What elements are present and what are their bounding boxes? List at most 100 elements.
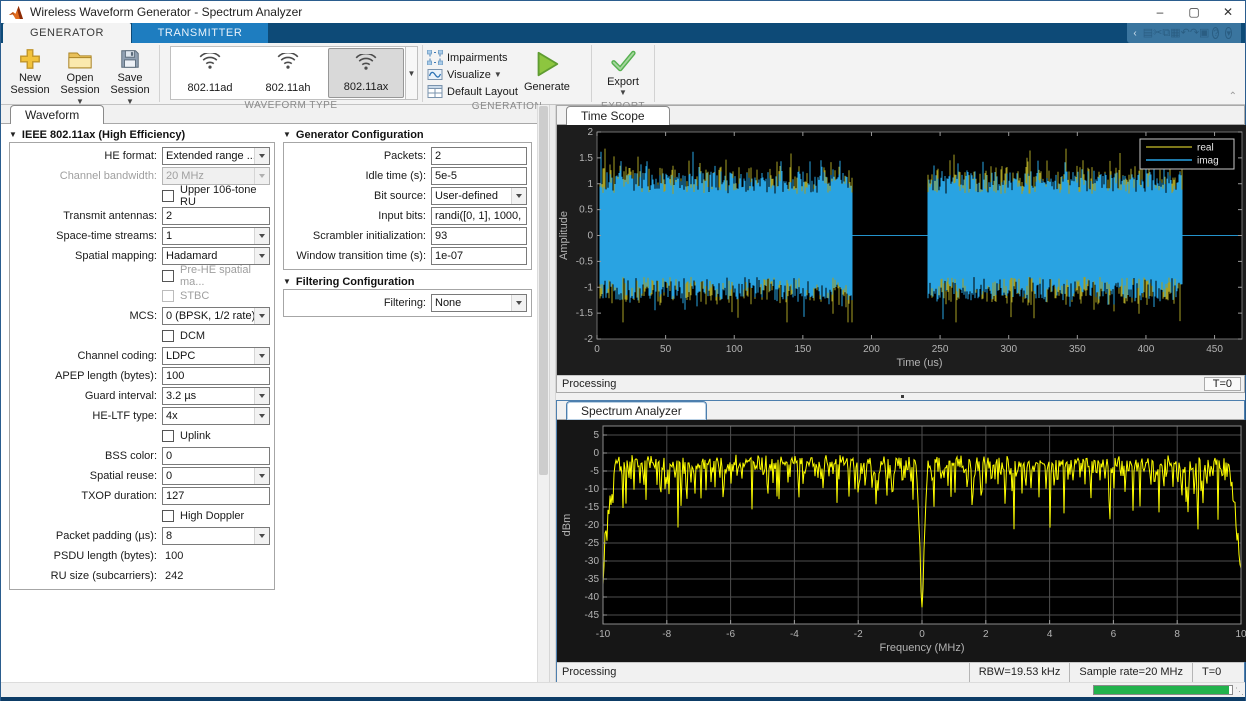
field-label: Guard interval:: [12, 390, 162, 402]
stbc-checkbox[interactable]: [162, 290, 174, 302]
txop-duration-input[interactable]: [162, 487, 270, 505]
save-session-icon: [119, 46, 141, 72]
horizontal-splitter[interactable]: [556, 393, 1245, 400]
field-label: Packet padding (µs):: [12, 530, 162, 542]
tab-spectrum-analyzer[interactable]: Spectrum Analyzer: [566, 401, 707, 420]
default-layout-label: Default Layout: [447, 86, 518, 98]
channel-coding-select[interactable]: LDPC: [162, 347, 270, 365]
svg-text:400: 400: [1138, 344, 1155, 355]
export-button[interactable]: Export ▼: [596, 45, 650, 101]
apep-length-bytes-input[interactable]: [162, 367, 270, 385]
visualize-button[interactable]: Visualize ▼: [427, 66, 518, 83]
he-format-select[interactable]: Extended range ...: [162, 147, 270, 165]
scrambler-initialization-input[interactable]: [431, 227, 527, 245]
maximize-button[interactable]: ▢: [1177, 1, 1211, 23]
chevron-down-icon: [254, 528, 269, 544]
svg-text:-2: -2: [584, 334, 593, 345]
svg-text:-45: -45: [585, 610, 600, 621]
spatial-mapping-select[interactable]: Hadamard: [162, 247, 270, 265]
collapse-left-icon[interactable]: ‹: [1133, 28, 1136, 39]
idle-time-s-input[interactable]: [431, 167, 527, 185]
cut-icon[interactable]: ✂: [1153, 27, 1162, 39]
time-scope-statusbar: Processing T=0: [557, 375, 1244, 392]
uplink-checkbox[interactable]: [162, 430, 174, 442]
chevron-down-icon: [511, 295, 526, 311]
save-session-button[interactable]: Save Session ▼: [105, 45, 155, 108]
left-pane-scrollbar[interactable]: [537, 105, 549, 682]
tab-generator[interactable]: GENERATOR: [3, 23, 131, 43]
waveform-80211ax-button[interactable]: 802.11ax: [328, 48, 404, 98]
paste-icon[interactable]: ▦: [1170, 27, 1180, 39]
form-row: HE format:Extended range ...: [12, 146, 270, 166]
filtering-select[interactable]: None: [431, 294, 527, 312]
redo-icon[interactable]: ↷: [1190, 27, 1199, 39]
resize-grip[interactable]: ⋱: [1235, 686, 1244, 697]
space-time-streams-select[interactable]: 1: [162, 227, 270, 245]
input-bits-input[interactable]: [431, 207, 527, 225]
section-header[interactable]: ▼Generator Configuration: [283, 127, 532, 142]
chevron-down-icon: ▼: [126, 96, 134, 108]
spatial-reuse-select[interactable]: 0: [162, 467, 270, 485]
svg-text:450: 450: [1206, 344, 1223, 355]
packet-padding-s-select[interactable]: 8: [162, 527, 270, 545]
svg-text:-25: -25: [585, 538, 600, 549]
waveform-80211ah-button[interactable]: 802.11ah: [250, 48, 326, 98]
generate-label: Generate: [524, 81, 570, 93]
spectrum-analyzer-window: Spectrum Analyzer -10-8-6-4-2024681050-5…: [556, 400, 1245, 683]
minimize-button[interactable]: –: [1143, 1, 1177, 23]
waveform-80211ax-label: 802.11ax: [344, 81, 388, 93]
form-row: Space-time streams:1: [12, 226, 270, 246]
spectrum-statusbar: Processing RBW=19.53 kHz Sample rate=20 …: [557, 662, 1244, 682]
form-row: High Doppler: [12, 506, 270, 526]
save-icon[interactable]: ▤: [1143, 27, 1153, 39]
tab-time-scope[interactable]: Time Scope: [566, 106, 670, 125]
undo-icon[interactable]: ↶: [1181, 27, 1190, 39]
vertical-splitter[interactable]: [549, 105, 556, 682]
guard-interval-select[interactable]: 3.2 µs: [162, 387, 270, 405]
field-label: HE-LTF type:: [12, 410, 162, 422]
generate-icon: [531, 49, 563, 79]
section-header[interactable]: ▼IEEE 802.11ax (High Efficiency): [9, 127, 275, 142]
he-ltf-type-select[interactable]: 4x: [162, 407, 270, 425]
close-button[interactable]: ✕: [1211, 1, 1245, 23]
default-layout-button[interactable]: Default Layout: [427, 83, 518, 100]
generate-button[interactable]: Generate: [518, 45, 576, 101]
svg-text:-30: -30: [585, 556, 600, 567]
svg-text:-15: -15: [585, 502, 600, 513]
select-value: Hadamard: [163, 248, 254, 264]
matlab-logo-icon: [8, 5, 24, 20]
transmit-antennas-input[interactable]: [162, 207, 270, 225]
mcs-select[interactable]: 0 (BPSK, 1/2 rate): [162, 307, 270, 325]
waveform-80211ad-label: 802.11ad: [187, 82, 232, 94]
window-layout-icon[interactable]: ▣: [1199, 27, 1209, 39]
dcm-checkbox[interactable]: [162, 330, 174, 342]
open-session-button[interactable]: Open Session ▼: [55, 45, 105, 108]
new-session-button[interactable]: New Session: [5, 45, 55, 101]
help-icon[interactable]: ?: [1212, 27, 1219, 39]
pre-he-spatial-ma-checkbox[interactable]: [162, 270, 174, 282]
bit-source-select[interactable]: User-defined: [431, 187, 527, 205]
export-section: Export ▼ EXPORT: [592, 43, 654, 104]
tab-transmitter[interactable]: TRANSMITTER: [132, 23, 268, 43]
waveform-gallery-dropdown-button[interactable]: ▼: [406, 46, 418, 100]
section-title: Generator Configuration: [296, 129, 424, 141]
tab-waveform[interactable]: Waveform: [10, 105, 104, 124]
chevron-down-icon: [254, 408, 269, 424]
window-transition-time-s-input[interactable]: [431, 247, 527, 265]
svg-text:100: 100: [726, 344, 743, 355]
more-icon[interactable]: ▾: [1225, 27, 1232, 39]
collapse-toolstrip-icon[interactable]: ⌃: [1229, 91, 1237, 102]
scopes-pane: Time Scope 05010015020025030035040045021…: [556, 105, 1245, 682]
waveform-80211ad-button[interactable]: 802.11ad: [172, 48, 248, 98]
generator-configuration-group: ▼Generator ConfigurationPackets:Idle tim…: [283, 127, 532, 270]
app-window: Wireless Waveform Generator - Spectrum A…: [0, 0, 1246, 701]
high-doppler-checkbox[interactable]: [162, 510, 174, 522]
svg-text:2: 2: [983, 629, 989, 640]
upper-106-tone-ru-checkbox[interactable]: [162, 190, 174, 202]
packets-input[interactable]: [431, 147, 527, 165]
chevron-down-icon: [254, 228, 269, 244]
channel-bandwidth-select[interactable]: 20 MHz: [162, 167, 270, 185]
impairments-button[interactable]: Impairments: [427, 49, 518, 66]
section-header[interactable]: ▼Filtering Configuration: [283, 274, 532, 289]
bss-color-input[interactable]: [162, 447, 270, 465]
